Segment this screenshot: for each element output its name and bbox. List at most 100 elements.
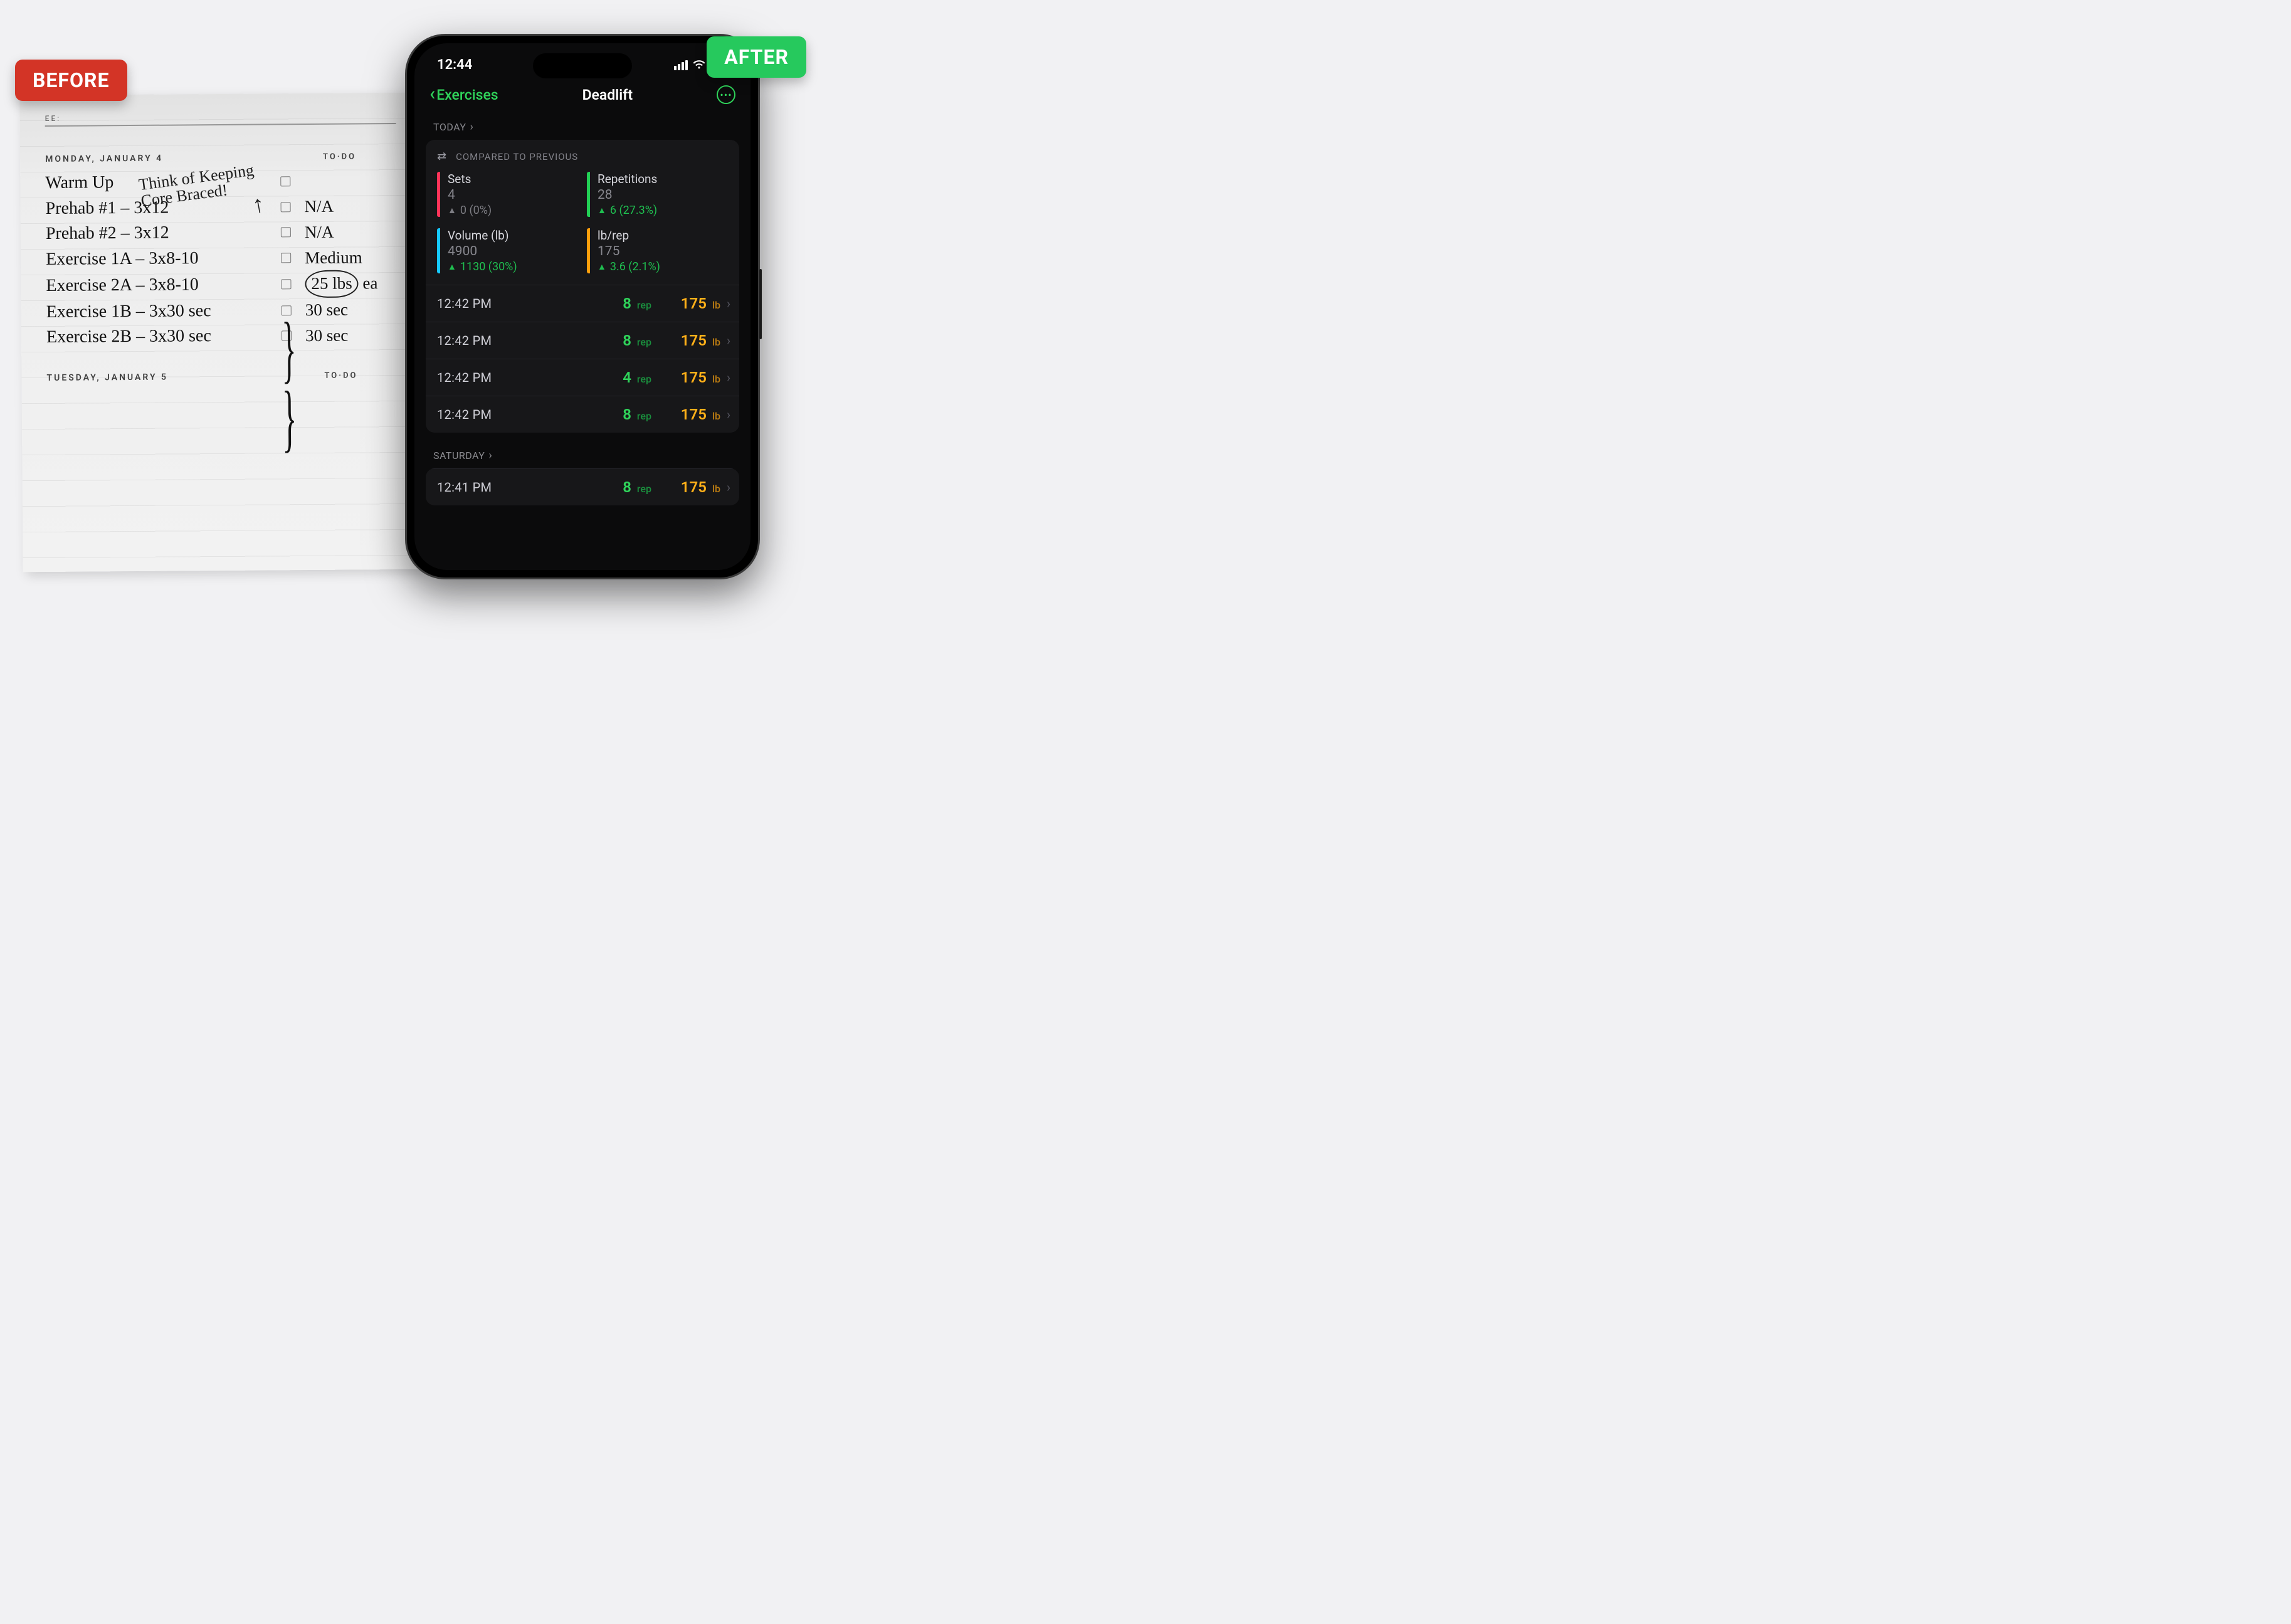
stat-delta: ▲ 3.6 (2.1%) xyxy=(598,260,660,273)
row-text: Exercise 1A – 3x8-10 xyxy=(46,245,281,272)
chevron-right-icon: › xyxy=(470,120,473,134)
section-header-saturday[interactable]: SATURDAY › xyxy=(414,444,750,468)
day-header: TUESDAY, JANUARY 5 TO·DO xyxy=(46,371,408,383)
set-row[interactable]: 12:42 PM4 rep175 lb › xyxy=(426,359,739,396)
back-label: Exercises xyxy=(436,87,498,103)
checkbox-icon xyxy=(281,202,291,212)
triangle-up-icon: ▲ xyxy=(598,261,606,272)
stat-delta: ▲ 6 (27.3%) xyxy=(598,204,657,217)
compare-label: COMPARED TO PREVIOUS xyxy=(456,151,578,162)
set-time: 12:42 PM xyxy=(437,370,598,385)
more-button[interactable]: ••• xyxy=(717,85,735,104)
checkbox-icon xyxy=(299,396,408,397)
day-header: MONDAY, JANUARY 4 TO·DO xyxy=(45,152,406,164)
stat-sets: Sets4▲ 0 (0%) xyxy=(437,172,578,217)
stat-label: Sets xyxy=(448,172,492,186)
handwritten-row: Exercise 2A – 3x8-1025 lbs ea xyxy=(46,270,407,299)
compare-icon: ⇄ xyxy=(437,150,447,163)
stat-value: 175 xyxy=(598,244,660,259)
triangle-up-icon: ▲ xyxy=(448,205,456,216)
row-value: 30 sec xyxy=(305,298,349,323)
empty-checkbox-column xyxy=(47,396,408,399)
chevron-right-icon: › xyxy=(727,296,730,311)
set-row[interactable]: 12:42 PM8 rep175 lb › xyxy=(426,285,739,322)
phone-frame: 12:44 ‹ Exercises Deadlift ••• TODAY › ⇄ xyxy=(405,34,760,579)
set-row[interactable]: 12:42 PM8 rep175 lb › xyxy=(426,396,739,433)
stat-delta: ▲ 0 (0%) xyxy=(448,204,492,217)
chevron-right-icon: › xyxy=(727,333,730,348)
handwritten-row: Prehab #2 – 3x12 N/A xyxy=(46,219,407,247)
triangle-up-icon: ▲ xyxy=(448,261,456,272)
cellular-icon xyxy=(674,60,688,70)
set-weight: 175 lb xyxy=(651,406,720,423)
handwritten-row: Exercise 1A – 3x8-10 Medium xyxy=(46,245,407,273)
section-header-today[interactable]: TODAY › xyxy=(414,115,750,140)
set-time: 12:42 PM xyxy=(437,296,598,311)
stat-volume: Volume (lb)4900▲ 1130 (30%) xyxy=(437,228,578,273)
checkbox-icon xyxy=(281,228,291,238)
saturday-card: 12:41 PM8 rep175 lb › xyxy=(426,468,739,505)
stat-lbrep: lb/rep175▲ 3.6 (2.1%) xyxy=(587,228,728,273)
stat-reps: Repetitions28▲ 6 (27.3%) xyxy=(587,172,728,217)
brace-icon: } xyxy=(282,391,297,444)
checkbox-icon xyxy=(299,396,408,397)
page-title: Deadlift xyxy=(582,87,633,103)
status-time: 12:44 xyxy=(437,57,472,73)
checkbox-icon xyxy=(281,253,291,263)
compare-header: ⇄ COMPARED TO PREVIOUS xyxy=(426,140,739,172)
set-weight: 175 lb xyxy=(651,295,720,312)
set-reps: 8 rep xyxy=(598,478,651,496)
set-reps: 8 rep xyxy=(598,406,651,423)
handwritten-row: Exercise 1B – 3x30 sec 30 sec xyxy=(46,297,408,325)
stat-value: 28 xyxy=(598,187,657,203)
chevron-right-icon: › xyxy=(488,449,492,462)
todo-label: TO·DO xyxy=(323,152,356,162)
day-label: MONDAY, JANUARY 4 xyxy=(45,154,163,164)
todo-label: TO·DO xyxy=(324,371,357,381)
before-badge: BEFORE xyxy=(15,60,127,101)
row-text: Exercise 2A – 3x8-10 xyxy=(46,272,281,298)
chevron-right-icon: › xyxy=(727,480,730,495)
set-time: 12:41 PM xyxy=(437,480,598,495)
set-time: 12:42 PM xyxy=(437,407,598,422)
checkbox-icon xyxy=(280,177,290,187)
stat-value: 4 xyxy=(448,187,492,203)
triangle-up-icon: ▲ xyxy=(598,205,606,216)
wifi-icon xyxy=(693,60,705,70)
phone-side-button xyxy=(759,269,762,339)
set-row[interactable]: 12:42 PM8 rep175 lb › xyxy=(426,322,739,359)
set-row[interactable]: 12:41 PM8 rep175 lb › xyxy=(426,468,739,505)
stat-label: lb/rep xyxy=(598,228,660,243)
set-reps: 4 rep xyxy=(598,369,651,386)
set-reps: 8 rep xyxy=(598,332,651,349)
set-weight: 175 lb xyxy=(651,332,720,349)
set-time: 12:42 PM xyxy=(437,333,598,348)
section-label-text: SATURDAY xyxy=(433,450,485,461)
row-text: Prehab #2 – 3x12 xyxy=(46,220,281,247)
set-reps: 8 rep xyxy=(598,295,651,312)
row-text: Exercise 1B – 3x30 sec xyxy=(46,298,282,325)
stat-delta: ▲ 1130 (30%) xyxy=(448,260,517,273)
set-weight: 175 lb xyxy=(651,369,720,386)
stat-label: Repetitions xyxy=(598,172,657,186)
stats-grid: Sets4▲ 0 (0%)Repetitions28▲ 6 (27.3%)Vol… xyxy=(426,172,739,285)
dynamic-island xyxy=(533,53,632,78)
set-weight: 175 lb xyxy=(651,478,720,496)
section-label-text: TODAY xyxy=(433,121,466,133)
planner-header-fragment: EE: xyxy=(45,112,406,123)
today-card: ⇄ COMPARED TO PREVIOUS Sets4▲ 0 (0%)Repe… xyxy=(426,140,739,433)
checkbox-icon xyxy=(299,396,408,397)
chevron-right-icon: › xyxy=(727,407,730,422)
back-button[interactable]: ‹ Exercises xyxy=(429,87,498,103)
chevron-right-icon: › xyxy=(727,370,730,385)
stat-label: Volume (lb) xyxy=(448,228,517,243)
row-value: N/A xyxy=(305,220,334,245)
phone-screen: 12:44 ‹ Exercises Deadlift ••• TODAY › ⇄ xyxy=(414,43,750,570)
notebook-paper: EE: Think of Keeping Core Braced! ↑ MOND… xyxy=(19,93,424,572)
day-label: TUESDAY, JANUARY 5 xyxy=(46,372,168,382)
stat-value: 4900 xyxy=(448,244,517,259)
row-value: N/A xyxy=(304,194,334,219)
row-value: Medium xyxy=(305,245,362,270)
brace-icon: } xyxy=(282,322,297,375)
ellipsis-icon: ••• xyxy=(720,89,732,101)
